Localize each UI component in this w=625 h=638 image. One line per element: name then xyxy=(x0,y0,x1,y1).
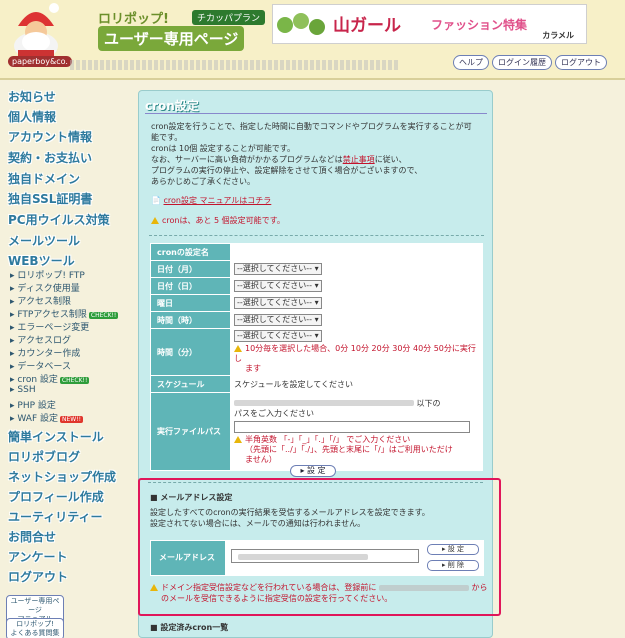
header: paperboy&co. ロリポップ! チカッパプラン ユーザー専用ページ 山ガ… xyxy=(0,0,625,80)
sidebar-sub-cron[interactable]: ▸ cron 設定 CHECK!! xyxy=(10,372,90,385)
ad-banner[interactable]: 山ガール ファッション特集 カラメル xyxy=(272,4,587,44)
divider xyxy=(149,235,484,236)
mail-form: メールアドレス ▸ 設 定 ▸ 削 除 xyxy=(150,540,484,576)
redacted-sender xyxy=(378,584,469,591)
hour-label: 時間（時） xyxy=(150,311,231,329)
remaining-notice: cronは、あと 5 個設定可能です。 xyxy=(151,215,285,226)
mail-address-input[interactable] xyxy=(231,549,419,563)
cron-submit-button[interactable]: ▸ 設 定 xyxy=(290,465,336,477)
mail-delete-button[interactable]: ▸ 削 除 xyxy=(427,560,479,571)
check-badge: CHECK!! xyxy=(59,377,90,384)
logout-link[interactable]: ログアウト xyxy=(555,55,607,70)
title-divider xyxy=(145,113,487,114)
top-links: ヘルプ ログイン履歴 ログアウト xyxy=(453,55,607,70)
path-input[interactable] xyxy=(234,420,470,433)
banner-illustration-icon xyxy=(277,13,325,35)
help-link[interactable]: ヘルプ xyxy=(453,55,489,70)
sidebar-sub-error[interactable]: ▸ エラーページ変更 xyxy=(10,320,89,333)
sidebar-item-account[interactable]: アカウント情報 xyxy=(8,128,92,145)
sidebar-item-shop[interactable]: ネットショップ作成 xyxy=(8,468,116,485)
banner-subtitle: ファッション特集 xyxy=(431,18,528,32)
sidebar-sub-ftp[interactable]: ▸ ロリポップ! FTP xyxy=(10,268,85,281)
sidebar-sub-disk[interactable]: ▸ ディスク使用量 xyxy=(10,281,80,294)
cron-form: cronの設定名 日付（月） --選択してください-- ▾ 日付（日） --選択… xyxy=(150,243,483,471)
warning-icon xyxy=(151,217,159,224)
prohibited-link[interactable]: 禁止事項 xyxy=(343,155,375,164)
user-page-title: ユーザー専用ページ xyxy=(98,26,245,51)
plan-badge: チカッパプラン xyxy=(192,10,266,25)
sidebar-item-utility[interactable]: ユーティリティー xyxy=(8,508,103,525)
sidebar-item-install[interactable]: 簡単インストール xyxy=(8,428,104,445)
sidebar-sub-ssh[interactable]: ▸ SSH xyxy=(10,385,36,395)
faq-button[interactable]: ロリポップ! よくある質問集 xyxy=(6,618,64,638)
page-title: cron設定 xyxy=(145,99,199,113)
sidebar-sub-db[interactable]: ▸ データベース xyxy=(10,359,71,372)
intro-text: cron設定を行うことで、指定した時間に自動でコマンドやプログラムを実行すること… xyxy=(151,122,472,186)
mail-warning: ドメイン指定受信設定などを行われている場合は、登録前に から のメールを受信でき… xyxy=(150,582,490,604)
mail-section-header: ■ メールアドレス設定 xyxy=(150,493,233,502)
sidebar-item-personal[interactable]: 個人情報 xyxy=(8,108,56,125)
redacted-path xyxy=(234,400,414,406)
sidebar-item-blog[interactable]: ロリポブログ xyxy=(8,448,80,465)
sidebar-item-survey[interactable]: アンケート xyxy=(8,548,68,565)
brand-name: ロリポップ! xyxy=(98,12,169,27)
company-label: paperboy&co. xyxy=(8,56,72,67)
cron-manual-link[interactable]: cron設定 マニュアルはコチラ xyxy=(164,196,272,205)
manual-icon: 📄 xyxy=(151,196,161,205)
cron-name-label: cronの設定名 xyxy=(150,243,231,261)
check-badge: CHECK!! xyxy=(88,312,119,319)
sidebar-sub-ftp-access[interactable]: ▸ FTPアクセス制限 CHECK!! xyxy=(10,307,119,320)
path-label: 実行ファイルパス xyxy=(150,392,231,471)
user-info-redacted xyxy=(70,60,400,70)
sidebar-sub-waf[interactable]: ▸ WAF 設定 NEW!! xyxy=(10,411,84,424)
mail-description: 設定したすべてのcronの実行結果を受信するメールアドレスを設定できます。 設定… xyxy=(150,508,430,528)
new-badge: NEW!! xyxy=(60,416,84,423)
weekday-label: 曜日 xyxy=(150,294,231,312)
schedule-label: スケジュール xyxy=(150,375,231,393)
mail-set-button[interactable]: ▸ 設 定 xyxy=(427,544,479,555)
day-label: 日付（日） xyxy=(150,277,231,295)
schedule-value: スケジュールを設定してください xyxy=(230,375,483,393)
sidebar-sub-log[interactable]: ▸ アクセスログ xyxy=(10,333,71,346)
minute-warning: 10分毎を選択した場合、0分 10分 20分 30分 40分 50分に実行し ます xyxy=(234,344,476,373)
sidebar-item-web[interactable]: WEBツール xyxy=(8,252,75,269)
banner-credit: カラメル xyxy=(542,31,574,40)
month-label: 日付（月） xyxy=(150,260,231,278)
day-select[interactable]: --選択してください-- ▾ xyxy=(234,280,322,292)
sidebar-item-mail[interactable]: メールツール xyxy=(8,232,80,249)
sidebar-item-logout[interactable]: ログアウト xyxy=(8,568,68,585)
sidebar-item-antivirus[interactable]: PC用ウイルス対策 xyxy=(8,211,110,228)
sidebar-item-contact[interactable]: お問合せ xyxy=(8,528,56,545)
warning-icon xyxy=(150,584,158,591)
cron-name-input[interactable] xyxy=(230,243,483,261)
sidebar-sub-access[interactable]: ▸ アクセス制限 xyxy=(10,294,71,307)
sidebar-item-billing[interactable]: 契約・お支払い xyxy=(8,149,92,166)
path-warning: 半角英数 「-」「_」「.」「/」 でご入力ください xyxy=(234,435,479,445)
redacted-email xyxy=(238,554,368,560)
weekday-select[interactable]: --選択してください-- ▾ xyxy=(234,297,322,309)
banner-title: 山ガール xyxy=(333,16,401,36)
month-select[interactable]: --選択してください-- ▾ xyxy=(234,263,322,275)
warning-icon xyxy=(234,435,242,443)
sidebar-item-profile[interactable]: プロフィール作成 xyxy=(8,488,104,505)
sidebar-item-domain[interactable]: 独自ドメイン xyxy=(8,170,80,187)
warning-icon xyxy=(234,345,242,352)
sidebar-sub-php[interactable]: ▸ PHP 設定 xyxy=(10,398,56,411)
minute-label: 時間（分） xyxy=(150,328,231,376)
cron-list-header: ■ 設定済みcron一覧 xyxy=(150,623,229,632)
hour-select[interactable]: --選択してください-- ▾ xyxy=(234,314,322,326)
sidebar-sub-counter[interactable]: ▸ カウンター作成 xyxy=(10,346,80,359)
sidebar-item-news[interactable]: お知らせ xyxy=(8,88,56,105)
sidebar-item-ssl[interactable]: 独自SSL証明書 xyxy=(8,190,92,207)
login-history-link[interactable]: ログイン履歴 xyxy=(492,55,552,70)
minute-select[interactable]: --選択してください-- ▾ xyxy=(234,330,322,342)
mail-address-label: メールアドレス xyxy=(159,553,215,562)
